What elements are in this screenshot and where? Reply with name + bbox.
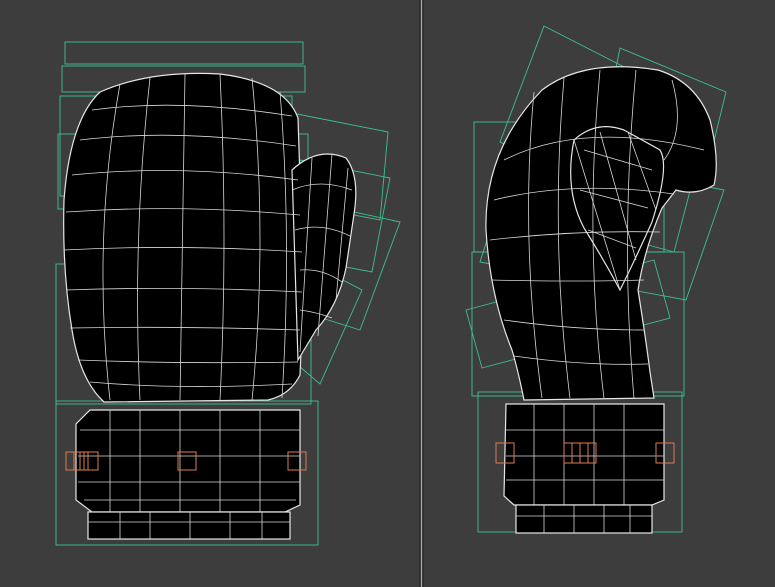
glove-mesh-front <box>63 72 357 403</box>
viewport-right-canvas[interactable] <box>424 0 775 587</box>
glove-cuff-front <box>75 409 301 540</box>
viewport-right[interactable] <box>424 0 775 587</box>
viewport-left-canvas[interactable] <box>0 0 419 587</box>
viewport-left[interactable] <box>0 0 419 587</box>
glove-cuff-side <box>503 403 665 534</box>
glove-mesh-side <box>485 66 717 401</box>
modeling-app-window <box>0 0 775 587</box>
